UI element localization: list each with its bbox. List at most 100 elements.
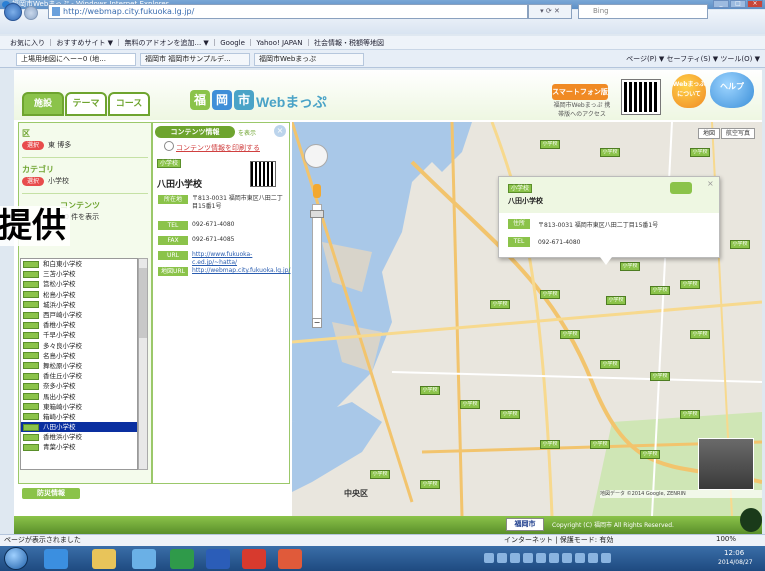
school-map-marker[interactable]: 小学校 xyxy=(560,330,580,339)
facility-list-item[interactable]: 香椎浜小学校 xyxy=(21,432,137,442)
help-balloon-button[interactable]: ヘルプ xyxy=(710,72,754,108)
school-map-marker[interactable]: 小学校 xyxy=(680,280,700,289)
school-map-marker[interactable]: 小学校 xyxy=(370,470,390,479)
zoom-slider[interactable] xyxy=(312,204,322,324)
school-map-marker[interactable]: 小学校 xyxy=(420,480,440,489)
school-map-marker[interactable]: 小学校 xyxy=(730,240,750,249)
clock-date[interactable]: 2014/08/27 xyxy=(718,559,753,566)
school-map-marker[interactable]: 小学校 xyxy=(590,440,610,449)
facility-list-item[interactable]: 八田小学校 xyxy=(21,422,137,433)
address-tools[interactable]: ▾ ⟳ ✕ xyxy=(528,4,572,19)
pegman-icon[interactable] xyxy=(313,184,321,198)
school-map-marker[interactable]: 小学校 xyxy=(690,148,710,157)
facility-list-item[interactable]: 西戸崎小学校 xyxy=(21,310,137,320)
powerpoint-taskbar-icon[interactable] xyxy=(278,549,302,569)
tray-icon[interactable] xyxy=(523,553,533,563)
school-map-marker[interactable]: 小学校 xyxy=(490,300,510,309)
school-map-marker[interactable]: 小学校 xyxy=(540,440,560,449)
school-map-marker[interactable]: 小学校 xyxy=(460,400,480,409)
route-icon[interactable] xyxy=(670,182,692,194)
close-icon[interactable]: × xyxy=(274,125,286,137)
map-type-map[interactable]: 地図 xyxy=(698,128,721,139)
detail-tab[interactable]: コンテンツ情報 xyxy=(155,126,235,138)
facility-list[interactable]: 和白東小学校 三苫小学校 筥松小学校 松島小学校 城浜小学校 西戸崎小学校 香椎小学校 千早小… xyxy=(20,258,138,470)
school-map-marker[interactable]: 小学校 xyxy=(620,262,640,271)
school-map-marker[interactable]: 小学校 xyxy=(680,410,700,419)
tray-icon[interactable] xyxy=(510,553,520,563)
map-type-satellite[interactable]: 航空写真 xyxy=(721,128,756,139)
explorer-taskbar-icon[interactable] xyxy=(92,549,116,569)
zoom-level[interactable]: 100% xyxy=(716,535,736,543)
tray-icon[interactable] xyxy=(497,553,507,563)
school-map-marker[interactable]: 小学校 xyxy=(500,410,520,419)
school-map-marker[interactable]: 小学校 xyxy=(600,148,620,157)
facility-list-item[interactable]: 東箱崎小学校 xyxy=(21,402,137,412)
tray-icon[interactable] xyxy=(588,553,598,563)
detail-url-link[interactable]: http://www.fukuoka-c.ed.jp/~hatta/ xyxy=(192,251,286,267)
tab-theme[interactable]: テーマ xyxy=(65,92,107,116)
facility-list-item[interactable]: 三苫小学校 xyxy=(21,269,137,279)
browser-tab-2[interactable]: 福岡市 福岡市サンプルデ... xyxy=(140,53,250,66)
facility-list-item[interactable]: 馬出小学校 xyxy=(21,391,137,401)
facility-list-item[interactable]: 千早小学校 xyxy=(21,330,137,340)
facility-list-item[interactable]: 奈多小学校 xyxy=(21,381,137,391)
maximize-button[interactable]: □ xyxy=(730,0,746,8)
facility-list-item[interactable]: 箱崎小学校 xyxy=(21,412,137,422)
ie-taskbar-icon[interactable] xyxy=(44,549,68,569)
tray-icon[interactable] xyxy=(601,553,611,563)
school-map-marker[interactable]: 小学校 xyxy=(640,450,660,459)
favorites-bar[interactable]: お気に入り ｜ おすすめサイト ▼ ｜ 無料のアドオンを追加... ▼ ｜ Go… xyxy=(0,36,765,50)
detail-mapurl-link[interactable]: http://webmap.city.fukuoka.lg.jp/ xyxy=(192,267,290,275)
facility-list-item[interactable]: 多々良小学校 xyxy=(21,341,137,351)
school-map-marker[interactable]: 小学校 xyxy=(690,330,710,339)
pan-control[interactable] xyxy=(304,144,328,168)
about-balloon-button[interactable]: Webまっぷ について xyxy=(672,74,706,108)
facility-list-item[interactable]: 城浜小学校 xyxy=(21,300,137,310)
school-map-marker[interactable]: 小学校 xyxy=(650,372,670,381)
tray-icon[interactable] xyxy=(536,553,546,563)
tray-icon[interactable] xyxy=(484,553,494,563)
address-input[interactable]: http://webmap.city.fukuoka.lg.jp/ xyxy=(48,4,528,19)
media-taskbar-icon[interactable] xyxy=(132,549,156,569)
minimize-button[interactable]: _ xyxy=(713,0,729,8)
facility-list-item[interactable]: 名島小学校 xyxy=(21,351,137,361)
facility-list-item[interactable]: 筥松小学校 xyxy=(21,279,137,289)
tab-facility[interactable]: 施設 xyxy=(22,92,64,116)
search-input[interactable]: Bing xyxy=(578,4,708,19)
school-map-marker[interactable]: 小学校 xyxy=(540,290,560,299)
facility-list-item[interactable]: 青葉小学校 xyxy=(21,442,137,452)
facility-list-item[interactable]: 和白東小学校 xyxy=(21,259,137,269)
info-window-close-icon[interactable]: × xyxy=(707,179,714,188)
print-link[interactable]: コンテンツ情報を印刷する xyxy=(176,143,260,153)
facility-list-item[interactable]: 舞松原小学校 xyxy=(21,361,137,371)
page-top-icon[interactable] xyxy=(740,508,762,532)
browser-tab-1[interactable]: 上場用地図にへー~0 (地... xyxy=(16,53,136,66)
start-button[interactable] xyxy=(4,547,28,570)
disaster-info-tag[interactable]: 防災情報 xyxy=(22,488,80,499)
category-select-pill[interactable]: 選択 xyxy=(22,177,45,186)
school-map-marker[interactable]: 小学校 xyxy=(600,360,620,369)
forward-button[interactable] xyxy=(24,6,38,20)
ward-select-pill[interactable]: 選択 xyxy=(22,141,45,150)
tray-icon[interactable] xyxy=(549,553,559,563)
zoom-slider-knob[interactable] xyxy=(310,210,324,218)
school-map-marker[interactable]: 小学校 xyxy=(420,386,440,395)
close-button[interactable]: × xyxy=(747,0,763,8)
streetview-thumbnail[interactable] xyxy=(698,438,754,490)
zoom-out-button[interactable]: − xyxy=(312,318,322,328)
school-map-marker[interactable]: 小学校 xyxy=(650,286,670,295)
back-button[interactable] xyxy=(4,3,22,21)
browser-tab-3[interactable]: 福岡市Webまっぷ xyxy=(254,53,364,66)
school-map-marker[interactable]: 小学校 xyxy=(606,296,626,305)
facility-list-item[interactable]: 香椎小学校 xyxy=(21,320,137,330)
command-bar[interactable]: ページ(P) ▼ セーフティ(S) ▼ ツール(O) ▼ xyxy=(490,53,760,66)
word-taskbar-icon[interactable] xyxy=(206,549,230,569)
excel-taskbar-icon[interactable] xyxy=(170,549,194,569)
clock-time[interactable]: 12:06 xyxy=(724,549,744,557)
pdf-taskbar-icon[interactable] xyxy=(242,549,266,569)
tray-icon[interactable] xyxy=(562,553,572,563)
school-map-marker[interactable]: 小学校 xyxy=(540,140,560,149)
facility-list-item[interactable]: 松島小学校 xyxy=(21,290,137,300)
facility-list-item[interactable]: 香住丘小学校 xyxy=(21,371,137,381)
mobile-site-badge[interactable]: スマートフォン版 xyxy=(552,84,608,100)
